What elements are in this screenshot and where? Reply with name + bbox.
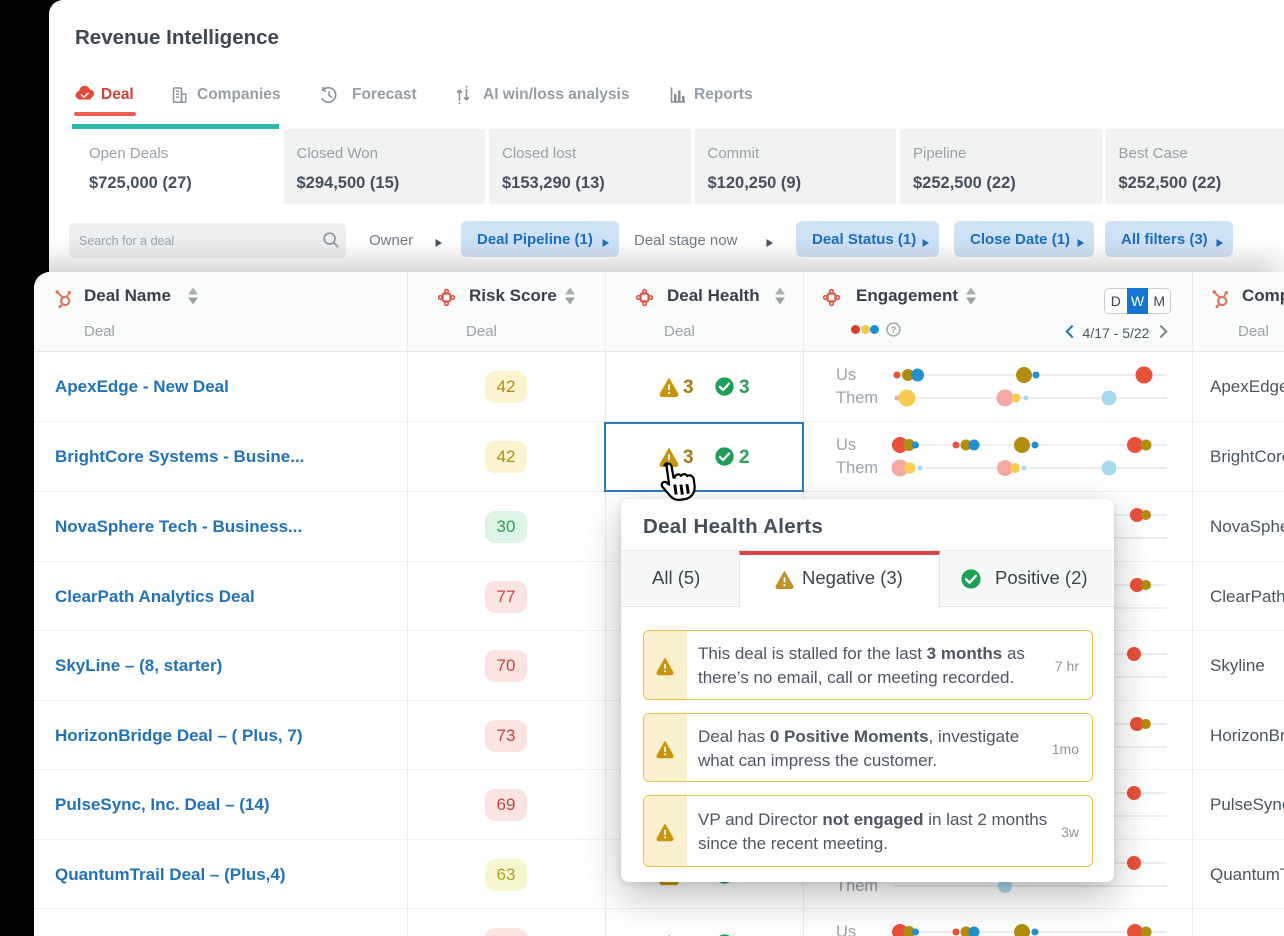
svg-text:Them: Them — [836, 459, 878, 477]
svg-text:?: ? — [891, 325, 897, 336]
svg-text:Us: Us — [836, 923, 856, 936]
svg-text:Them: Them — [836, 389, 878, 407]
svg-text:Us: Us — [836, 366, 856, 384]
svg-text:Us: Us — [836, 436, 856, 454]
